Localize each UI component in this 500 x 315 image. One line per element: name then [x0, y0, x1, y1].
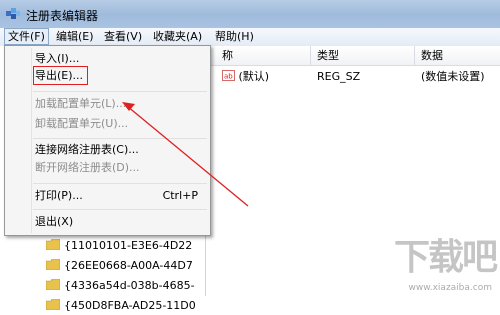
title-bar: 注册表编辑器	[0, 0, 500, 28]
folder-icon	[45, 298, 61, 311]
menu-item-load-hive: 加载配置单元(L)...	[35, 97, 127, 110]
window-title: 注册表编辑器	[26, 9, 99, 23]
menu-file[interactable]: 文件(F)	[4, 28, 49, 45]
menu-favorites[interactable]: 收藏夹(A)	[150, 29, 205, 44]
menu-item-unload-hive: 卸载配置单元(U)...	[35, 117, 129, 130]
menu-separator	[33, 209, 207, 210]
menu-item-exit[interactable]: 退出(X)	[35, 213, 73, 231]
menu-edit[interactable]: 编辑(E)	[53, 29, 97, 44]
column-header-name[interactable]: 称	[206, 46, 311, 66]
tree-item-label: {4336a54d-038b-4685-	[64, 279, 195, 292]
print-shortcut: Ctrl+P	[162, 189, 198, 202]
watermark-logo: 下载吧	[393, 236, 498, 278]
file-menu-dropdown: 导入(I)... 导出(E)... 加载配置单元(L)... 卸载配置单元(U)…	[4, 45, 211, 236]
tree-item-label: {11010101-E3E6-4D22	[64, 239, 193, 252]
svg-text:ab: ab	[224, 73, 233, 81]
tree-item-label: {450D8FBA-AD25-11D0	[64, 299, 196, 312]
value-data: (数值未设置)	[421, 70, 485, 83]
tree-item[interactable]: {4336a54d-038b-4685-	[45, 278, 195, 294]
folder-icon	[45, 238, 61, 251]
menu-separator	[33, 91, 207, 92]
value-name: ab (默认)	[222, 70, 270, 83]
value-type: REG_SZ	[317, 70, 361, 83]
folder-icon	[45, 278, 61, 291]
tree-item[interactable]: {11010101-E3E6-4D22	[45, 238, 193, 254]
export-highlight-box	[33, 66, 88, 85]
column-header-data[interactable]: 数据	[415, 46, 500, 66]
registry-editor-icon	[6, 8, 20, 19]
tree-item[interactable]: {450D8FBA-AD25-11D0	[45, 298, 196, 314]
menu-item-print[interactable]: 打印(P)...	[35, 187, 83, 205]
menu-item-disconnect-network: 断开网络注册表(D)...	[35, 161, 140, 174]
watermark-url: www.xiazaiba.com	[408, 283, 492, 293]
menu-help[interactable]: 帮助(H)	[212, 29, 257, 44]
menu-separator	[33, 138, 207, 139]
tree-item-label: {26EE0668-A00A-44D7	[64, 259, 193, 272]
menu-separator	[33, 183, 207, 184]
folder-icon	[45, 258, 61, 271]
menu-item-connect-network[interactable]: 连接网络注册表(C)...	[35, 141, 139, 159]
menu-view[interactable]: 查看(V)	[101, 29, 145, 44]
string-value-icon: ab	[222, 70, 235, 81]
tree-item[interactable]: {26EE0668-A00A-44D7	[45, 258, 193, 274]
column-header-type[interactable]: 类型	[311, 46, 415, 66]
menu-gutter	[31, 48, 32, 233]
